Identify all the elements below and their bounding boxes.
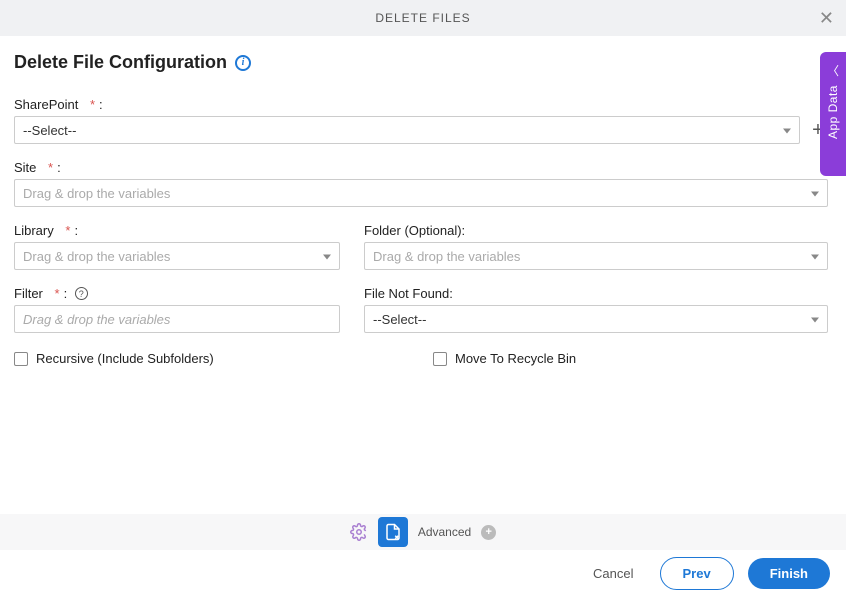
info-icon[interactable]: i xyxy=(235,55,251,71)
chevron-down-icon xyxy=(811,318,819,323)
close-button[interactable]: ✕ xyxy=(819,8,834,29)
chevron-down-icon xyxy=(783,129,791,134)
app-data-label: App Data xyxy=(826,85,840,139)
chevron-left-icon: 〈 xyxy=(827,62,839,79)
site-input[interactable]: Drag & drop the variables xyxy=(14,179,828,207)
chevron-down-icon xyxy=(323,255,331,260)
prev-button[interactable]: Prev xyxy=(660,557,734,590)
advanced-label: Advanced xyxy=(418,525,471,539)
recursive-checkbox[interactable] xyxy=(14,352,28,366)
content-area: Delete File Configuration i SharePoint *… xyxy=(0,36,846,366)
dialog-title: DELETE FILES xyxy=(375,11,470,25)
bottom-toolbar: Advanced + xyxy=(0,514,846,550)
page-title-row: Delete File Configuration i xyxy=(14,52,828,73)
page-title: Delete File Configuration xyxy=(14,52,227,73)
filter-label: Filter *: ? xyxy=(14,286,340,301)
sharepoint-select[interactable]: --Select-- xyxy=(14,116,800,144)
folder-input[interactable]: Drag & drop the variables xyxy=(364,242,828,270)
file-not-found-value: --Select-- xyxy=(373,312,426,327)
recursive-label: Recursive (Include Subfolders) xyxy=(36,351,214,366)
filter-input[interactable]: Drag & drop the variables xyxy=(14,305,340,333)
recycle-bin-label: Move To Recycle Bin xyxy=(455,351,576,366)
file-delete-icon xyxy=(384,523,402,541)
help-icon[interactable]: ? xyxy=(75,287,88,300)
chevron-down-icon xyxy=(811,255,819,260)
library-input[interactable]: Drag & drop the variables xyxy=(14,242,340,270)
filter-placeholder: Drag & drop the variables xyxy=(23,312,170,327)
recycle-bin-checkbox[interactable] xyxy=(433,352,447,366)
finish-button[interactable]: Finish xyxy=(748,558,830,589)
folder-placeholder: Drag & drop the variables xyxy=(373,249,520,264)
add-advanced-button[interactable]: + xyxy=(481,525,496,540)
file-not-found-label: File Not Found: xyxy=(364,286,828,301)
chevron-down-icon xyxy=(811,192,819,197)
site-placeholder: Drag & drop the variables xyxy=(23,186,170,201)
dialog-header: DELETE FILES ✕ xyxy=(0,0,846,36)
dialog-footer: Cancel Prev Finish xyxy=(0,550,846,596)
file-not-found-select[interactable]: --Select-- xyxy=(364,305,828,333)
sharepoint-value: --Select-- xyxy=(23,123,76,138)
library-placeholder: Drag & drop the variables xyxy=(23,249,170,264)
gear-icon[interactable] xyxy=(350,523,368,541)
app-data-panel-toggle[interactable]: 〈 App Data xyxy=(820,52,846,176)
sharepoint-label: SharePoint *: xyxy=(14,97,828,112)
file-delete-icon-button[interactable] xyxy=(378,517,408,547)
library-label: Library *: xyxy=(14,223,340,238)
folder-label: Folder (Optional): xyxy=(364,223,828,238)
site-label: Site *: xyxy=(14,160,828,175)
cancel-button[interactable]: Cancel xyxy=(581,558,645,589)
